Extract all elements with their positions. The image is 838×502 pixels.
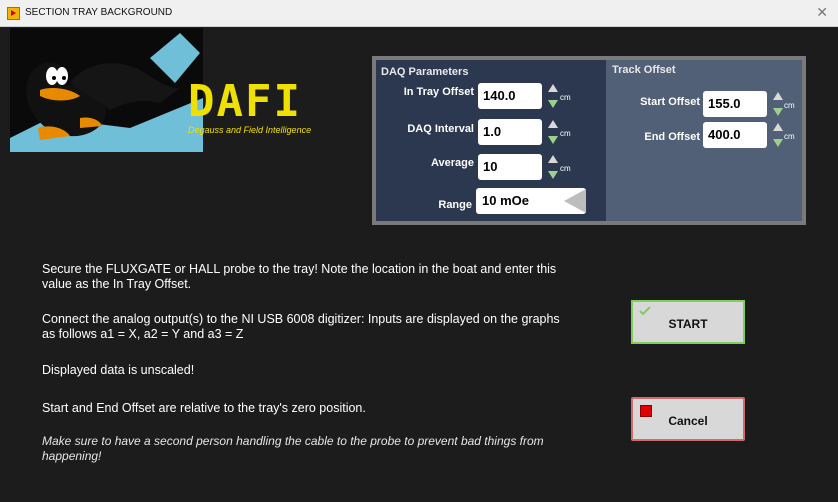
start-button[interactable]: START: [631, 300, 745, 344]
instruction-unscaled: Displayed data is unscaled!: [42, 363, 195, 377]
instruction-warning: Make sure to have a second person handli…: [42, 434, 544, 463]
duck-mascot-icon: [10, 28, 203, 152]
range-dropdown-icon[interactable]: [564, 189, 586, 213]
start-offset-spinner-icon[interactable]: [773, 92, 783, 116]
logo-image: [10, 28, 203, 152]
average-unit: cm: [560, 164, 571, 173]
track-offset-title: Track Offset: [612, 64, 676, 76]
instruction-probe: Secure the FLUXGATE or HALL probe to the…: [42, 262, 557, 291]
stop-icon: [640, 405, 652, 417]
brand-title: DAFI: [188, 76, 302, 127]
range-label: Range: [438, 199, 472, 211]
in-tray-offset-unit: cm: [560, 93, 571, 102]
cancel-button[interactable]: Cancel: [631, 397, 745, 441]
average-label: Average: [430, 157, 474, 169]
end-offset-input[interactable]: 400.0: [703, 122, 767, 148]
instruction-offsets: Start and End Offset are relative to the…: [42, 401, 366, 415]
start-button-label: START: [668, 317, 708, 331]
cancel-button-label: Cancel: [668, 414, 708, 428]
range-value: 10 mOe: [482, 193, 529, 208]
end-offset-spinner-icon[interactable]: [773, 123, 783, 147]
range-select[interactable]: 10 mOe: [476, 188, 586, 214]
close-icon[interactable]: ✕: [816, 4, 828, 21]
window-title: SECTION TRAY BACKGROUND: [25, 7, 173, 18]
in-tray-offset-input[interactable]: 140.0: [478, 83, 542, 109]
app-icon: [7, 7, 20, 20]
daq-interval-label: DAQ Interval: [407, 123, 474, 135]
end-offset-unit: cm: [784, 132, 795, 141]
daq-interval-spinner-icon[interactable]: [548, 120, 558, 144]
window-titlebar: SECTION TRAY BACKGROUND ✕: [0, 0, 838, 27]
in-tray-offset-spinner-icon[interactable]: [548, 84, 558, 108]
end-offset-label: End Offset: [644, 131, 700, 143]
start-offset-input[interactable]: 155.0: [703, 91, 767, 117]
in-tray-offset-label: In Tray Offset: [403, 86, 474, 98]
daq-interval-unit: cm: [560, 129, 571, 138]
average-spinner-icon[interactable]: [548, 155, 558, 179]
daq-interval-input[interactable]: 1.0: [478, 119, 542, 145]
instruction-connect: Connect the analog output(s) to the NI U…: [42, 312, 560, 341]
brand-subtitle: Degauss and Field Intelligence: [188, 125, 312, 135]
average-input[interactable]: 10: [478, 154, 542, 180]
start-offset-label: Start Offset: [640, 96, 700, 108]
start-offset-unit: cm: [784, 101, 795, 110]
check-icon: [639, 306, 651, 316]
daq-parameters-title: DAQ Parameters: [381, 66, 469, 78]
